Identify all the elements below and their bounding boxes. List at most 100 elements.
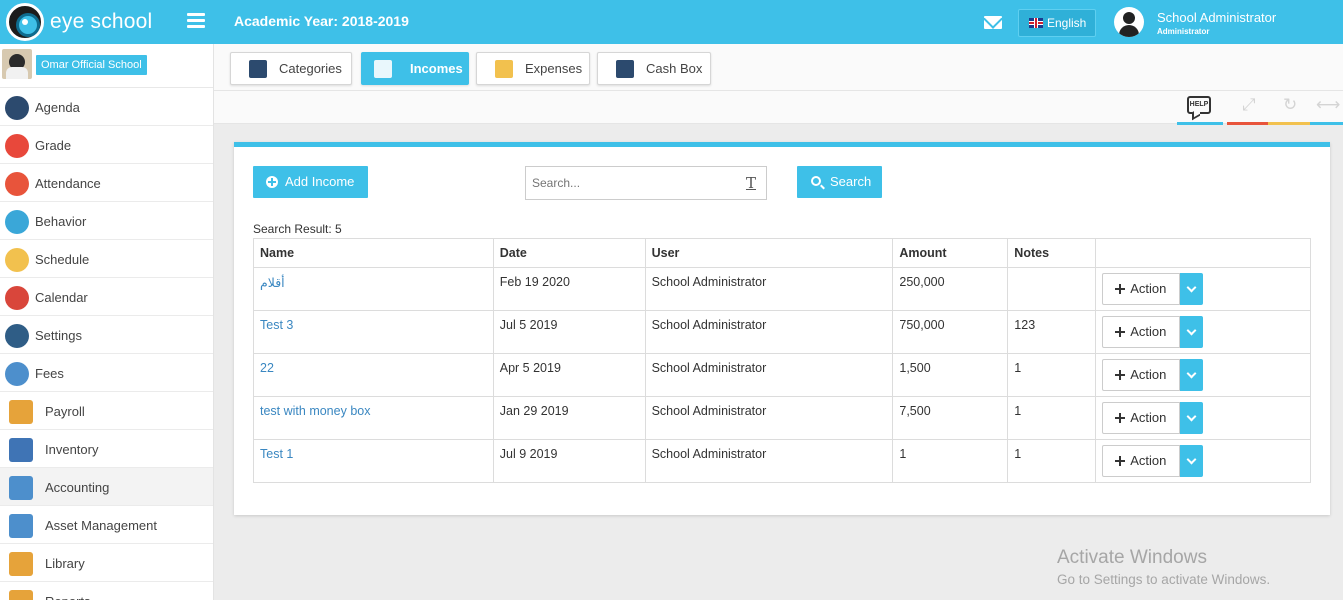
search-input[interactable] bbox=[526, 167, 731, 199]
column-header bbox=[1095, 238, 1311, 268]
column-header[interactable]: Notes bbox=[1007, 238, 1097, 268]
user-avatar[interactable] bbox=[1114, 7, 1144, 37]
search-button[interactable]: Search bbox=[797, 166, 882, 198]
fullscreen-underline bbox=[1227, 122, 1273, 125]
action-button[interactable]: Action bbox=[1102, 445, 1181, 477]
sidebar-item-asset-management[interactable]: Asset Management bbox=[0, 506, 213, 544]
search-field[interactable]: T bbox=[525, 166, 767, 200]
incomes-table: Name Date User Amount Notes أقلام Feb 19 … bbox=[253, 238, 1311, 483]
sidebar-item-attendance[interactable]: Attendance bbox=[0, 164, 213, 202]
sidebar-item-reports[interactable]: Reports bbox=[0, 582, 213, 600]
collapse-icon: ⟷ bbox=[1316, 95, 1341, 114]
sidebar-item-schedule[interactable]: Schedule bbox=[0, 240, 213, 278]
date-cell: Apr 5 2019 bbox=[492, 353, 646, 397]
plus-circle-icon bbox=[266, 176, 278, 188]
sidebar-nav: Agenda Grade Attendance Behavior Schedule Cal… bbox=[0, 88, 213, 600]
tab-label: Incomes bbox=[410, 61, 463, 76]
brand-name[interactable]: eye school bbox=[50, 10, 152, 34]
sidebar-item-label: Inventory bbox=[45, 442, 99, 457]
sidebar-item-inventory[interactable]: Inventory bbox=[0, 430, 213, 468]
accounting-icon bbox=[9, 476, 33, 500]
agenda-icon bbox=[5, 96, 29, 120]
action-label: Action bbox=[1130, 281, 1167, 296]
collapse-button[interactable]: ⟷ bbox=[1310, 93, 1343, 125]
table-header-row: Name Date User Amount Notes bbox=[253, 238, 1311, 268]
action-cell: Action bbox=[1095, 267, 1311, 311]
action-button[interactable]: Action bbox=[1102, 402, 1181, 434]
income-name-link[interactable]: Test 1 bbox=[253, 439, 494, 483]
action-button[interactable]: Action bbox=[1102, 316, 1181, 348]
income-name-link[interactable]: Test 3 bbox=[253, 310, 494, 354]
column-header[interactable]: Name bbox=[253, 238, 494, 268]
income-name-link[interactable]: أقلام bbox=[253, 267, 494, 311]
menu-toggle-icon[interactable] bbox=[187, 13, 205, 29]
action-group: Action bbox=[1102, 359, 1304, 393]
table-row: test with money box Jan 29 2019 School Adm… bbox=[253, 396, 1311, 440]
eye-school-logo[interactable] bbox=[6, 3, 44, 41]
sidebar-item-payroll[interactable]: Payroll bbox=[0, 392, 213, 430]
table-row: Test 1 Jul 9 2019 School Administrator 1 1 Ac… bbox=[253, 439, 1311, 483]
asset-management-icon bbox=[9, 514, 33, 538]
add-income-button[interactable]: Add Income bbox=[253, 166, 368, 198]
refresh-button[interactable]: ↻ bbox=[1268, 93, 1314, 125]
sidebar-item-accounting[interactable]: Accounting bbox=[0, 468, 213, 506]
refresh-underline bbox=[1268, 122, 1314, 125]
tab-expenses[interactable]: Expenses bbox=[476, 52, 590, 85]
income-name-link[interactable]: test with money box bbox=[253, 396, 494, 440]
plus-icon bbox=[1115, 327, 1126, 337]
plus-icon bbox=[1115, 413, 1126, 423]
sidebar-item-label: Fees bbox=[35, 366, 64, 381]
action-dropdown-toggle[interactable] bbox=[1180, 316, 1204, 348]
tab-cash-box[interactable]: Cash Box bbox=[597, 52, 711, 85]
language-selector[interactable]: English bbox=[1018, 9, 1096, 37]
help-underline bbox=[1177, 122, 1223, 125]
categories-icon bbox=[249, 60, 267, 78]
sidebar-item-library[interactable]: Library bbox=[0, 544, 213, 582]
sidebar-item-label: Grade bbox=[35, 138, 72, 153]
column-header[interactable]: User bbox=[644, 238, 894, 268]
fullscreen-button[interactable]: ⤢ bbox=[1227, 93, 1273, 125]
sidebar-item-label: Agenda bbox=[35, 100, 80, 115]
action-dropdown-toggle[interactable] bbox=[1180, 273, 1204, 305]
payroll-icon bbox=[9, 400, 33, 424]
cash-box-icon bbox=[616, 60, 634, 78]
action-group: Action bbox=[1102, 445, 1304, 479]
activate-windows-watermark: Activate Windows Go to Settings to activ… bbox=[1057, 547, 1270, 587]
action-label: Action bbox=[1130, 410, 1167, 425]
plus-icon bbox=[1115, 456, 1126, 466]
help-button[interactable]: HELP bbox=[1177, 93, 1223, 125]
sidebar-item-calendar[interactable]: Calendar bbox=[0, 278, 213, 316]
mail-icon[interactable] bbox=[984, 16, 1002, 29]
table-row: 22 Apr 5 2019 School Administrator 1,500 1 Ac… bbox=[253, 353, 1311, 397]
add-income-label: Add Income bbox=[285, 174, 355, 189]
refresh-icon: ↻ bbox=[1283, 95, 1298, 114]
action-button[interactable]: Action bbox=[1102, 359, 1181, 391]
tab-categories[interactable]: Categories bbox=[230, 52, 352, 85]
school-name-badge[interactable]: Omar Official School bbox=[36, 55, 147, 75]
behavior-icon bbox=[5, 210, 29, 234]
notes-cell: 1 bbox=[1007, 353, 1097, 397]
action-button[interactable]: Action bbox=[1102, 273, 1181, 305]
action-label: Action bbox=[1130, 324, 1167, 339]
sidebar-item-settings[interactable]: Settings bbox=[0, 316, 213, 354]
calendar-icon bbox=[5, 286, 29, 310]
search-result-count: Search Result: 5 bbox=[253, 222, 342, 236]
date-cell: Jan 29 2019 bbox=[492, 396, 646, 440]
sidebar-item-behavior[interactable]: Behavior bbox=[0, 202, 213, 240]
income-name-link[interactable]: 22 bbox=[253, 353, 494, 397]
user-role: Administrator bbox=[1157, 27, 1210, 36]
action-dropdown-toggle[interactable] bbox=[1180, 402, 1204, 434]
column-header[interactable]: Amount bbox=[892, 238, 1009, 268]
sidebar-item-fees[interactable]: Fees bbox=[0, 354, 213, 392]
user-name[interactable]: School Administrator bbox=[1157, 10, 1276, 25]
action-dropdown-toggle[interactable] bbox=[1180, 359, 1204, 391]
sidebar-item-grade[interactable]: Grade bbox=[0, 126, 213, 164]
sidebar-item-agenda[interactable]: Agenda bbox=[0, 88, 213, 126]
tab-incomes[interactable]: Incomes bbox=[361, 52, 469, 85]
action-cell: Action bbox=[1095, 439, 1311, 483]
date-cell: Feb 19 2020 bbox=[492, 267, 646, 311]
column-header[interactable]: Date bbox=[492, 238, 646, 268]
tab-label: Expenses bbox=[525, 61, 583, 76]
action-dropdown-toggle[interactable] bbox=[1180, 445, 1204, 477]
sidebar-item-label: Settings bbox=[35, 328, 82, 343]
